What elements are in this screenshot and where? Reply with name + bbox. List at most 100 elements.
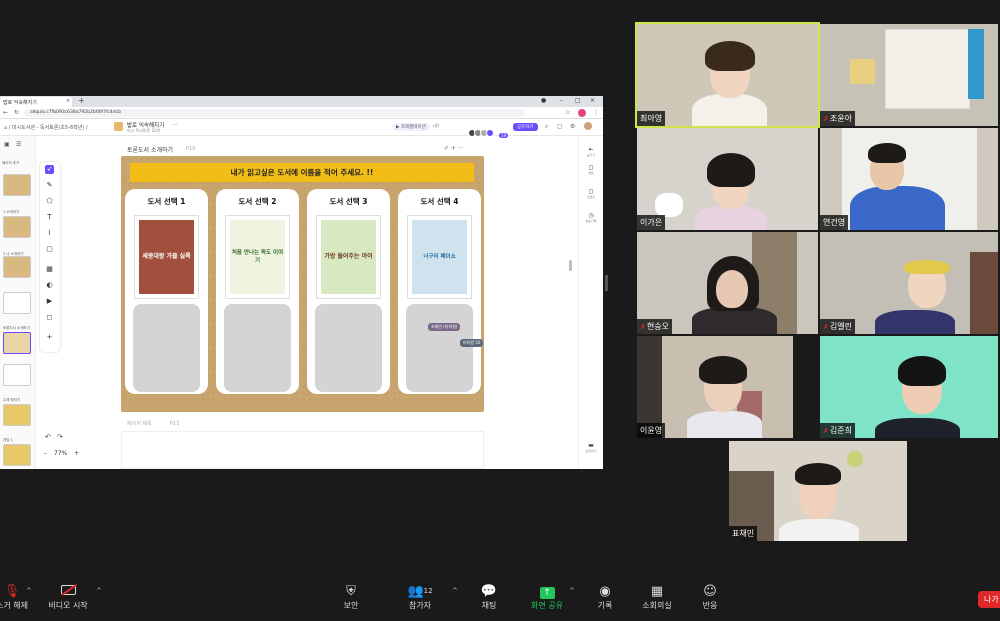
share-screen-button[interactable]: ↑ 화면 공유 [517,583,577,611]
breakout-rooms-button[interactable]: ▦ 소회의실 [627,583,687,611]
doc-icon [114,122,123,131]
video-tile[interactable]: ✗김준희 [820,336,998,438]
video-tile[interactable]: 이윤영 [637,336,818,438]
close-icon[interactable]: × [66,98,70,104]
pen-tool-icon[interactable]: ✎ [45,181,54,190]
chevron-up-icon[interactable]: ^ [452,587,458,595]
page-view-icon[interactable]: ▣ [4,141,10,148]
avatar[interactable] [584,122,592,130]
zoom-out-icon[interactable]: – [44,450,47,457]
name-slot-4[interactable] [406,304,473,392]
chat-button[interactable]: 💬 채팅 [459,583,519,611]
history-icon[interactable]: ◷ 활동기록 [585,212,597,223]
palette-tool-icon[interactable]: ◐ [45,281,54,290]
book-card-4[interactable]: 도서 선택 4 너구리 페이소 [398,189,481,394]
close-window-icon[interactable]: × [590,97,595,104]
page-thumb[interactable] [3,444,31,466]
new-tab-icon[interactable]: + [78,96,85,105]
participant-avatars[interactable]: 19 [468,122,509,141]
video-tile[interactable]: 최아영 [635,22,820,128]
page-title[interactable]: 토론도서 소개하기 [127,145,173,154]
maximize-icon[interactable]: □ [575,97,581,104]
book-card-2[interactable]: 도서 선택 2 처음 만나는 독도 이야기 [216,189,299,394]
search-icon[interactable]: ⌕ [545,123,548,131]
attach-tool-icon[interactable]: ⌇ [45,229,54,238]
start-video-button[interactable]: 비디오 시작 [38,583,98,611]
book-cover-3: 가방 들어주는 아이 [316,215,381,299]
add-page-label[interactable]: 페이지 추가 [2,161,19,166]
record-button[interactable]: ◉ 기록 [575,583,635,611]
book-card-1[interactable]: 도서 선택 1 세종대왕 가출 실록 [125,189,208,394]
redo-icon[interactable]: ↷ [57,433,63,441]
star-icon[interactable]: ☆ [565,109,570,116]
page-actions[interactable]: ✐ ✈ ··· [444,145,464,152]
profile-icon[interactable] [578,109,586,117]
share-button[interactable]: 공유하기 [513,123,538,131]
comment-panel-icon[interactable]: ◻ 코멘트 [585,188,597,199]
comment-tool-icon[interactable]: ◻ [45,313,54,322]
note-tool-icon[interactable]: ▢ [45,245,54,254]
video-tool-icon[interactable]: ▶ [45,297,54,306]
video-tile[interactable]: 표채민 [729,441,907,541]
unmute-button[interactable]: 🎙 소거 해제 [0,583,42,611]
next-page[interactable] [121,431,484,469]
name-slot-1[interactable] [133,304,200,392]
participants-button[interactable]: 👥12 참가자 [390,583,450,611]
name-slot-3[interactable] [315,304,382,392]
reactions-button[interactable]: ☺ 반응 [680,583,740,611]
more-icon[interactable]: ··· [172,122,178,129]
video-tile[interactable]: ✗김엘린 [820,232,998,334]
split-handle[interactable] [605,275,608,291]
undo-icon[interactable]: ↶ [45,433,51,441]
browser-tab[interactable]: 밥로 익숙해지기 [0,97,72,107]
chevron-up-icon[interactable]: ^ [96,587,102,595]
page-thumb-selected[interactable] [3,332,31,354]
page-thumb[interactable] [3,256,31,278]
page-thumb[interactable] [3,404,31,426]
chat-panel-icon[interactable]: ◻ 채팅 [585,164,597,175]
breadcrumb[interactable]: ⌂ / 미시도서관 - 독서토론(초5-6학년) / [4,124,88,131]
sound-icon[interactable]: ◁)) [432,124,439,129]
name-slot-2[interactable] [224,304,291,392]
text-tool-icon[interactable]: T [45,213,54,222]
minimize-icon[interactable]: – [560,97,563,104]
participant-name: 이윤영 [637,423,666,438]
page-thumb-label: 주제 정하기 [3,398,21,402]
video-tile[interactable]: 이가은 [637,128,818,230]
list-icon[interactable]: ☰ [16,141,21,148]
participant-name: ✗조윤아 [820,111,855,126]
scrollbar[interactable] [569,260,572,271]
participant-name: 연건영 [820,215,849,230]
page-thumb[interactable] [3,174,31,196]
next-page-title[interactable]: 페이지 제목 [127,420,152,427]
leave-button[interactable]: 나가 [978,591,1000,608]
chevron-up-icon[interactable]: ^ [569,587,575,595]
chevron-up-icon[interactable]: ^ [26,587,32,595]
shield-icon: ⛨ [346,584,356,599]
page-thumb[interactable] [3,292,31,314]
smile-icon: ☺ [703,584,717,599]
zoom-in-icon[interactable]: + [74,450,79,457]
video-tile[interactable]: 연건영 [820,128,998,230]
video-tile[interactable]: ✗현승오 [637,232,818,334]
reload-icon[interactable]: ↻ [14,109,19,116]
add-tool-icon[interactable]: + [45,333,54,342]
menu-icon[interactable]: ⋮ [593,109,599,116]
settings-icon[interactable]: ⚙ [570,123,575,130]
video-tile[interactable]: ✗조윤아 [820,24,998,126]
share-panel-icon[interactable]: ▬ 공유하기 [585,442,597,453]
select-tool-icon[interactable]: ➶ [45,165,54,174]
url-field[interactable]: allquio.c7fb093c638a792b2bf497fc4dcb [24,109,524,117]
shape-tool-icon[interactable]: ⬠ [45,197,54,206]
back-icon[interactable]: ← [3,109,8,116]
zoom-control: – 77% + [44,450,79,457]
page-thumb[interactable] [3,364,31,386]
table-tool-icon[interactable]: ▦ [45,265,54,274]
page-thumb[interactable] [3,216,31,238]
collapse-icon[interactable]: ⇤ 숨기기 [585,146,597,157]
present-button[interactable]: ▶ 프레젠테이션 [392,123,430,131]
book-card-3[interactable]: 도서 선택 3 가방 들어주는 아이 [307,189,390,394]
security-button[interactable]: ⛨ 보안 [321,583,381,611]
chat-icon[interactable]: ◻ [557,123,562,130]
remote-cursor-label: 미하원 50 [460,339,484,347]
